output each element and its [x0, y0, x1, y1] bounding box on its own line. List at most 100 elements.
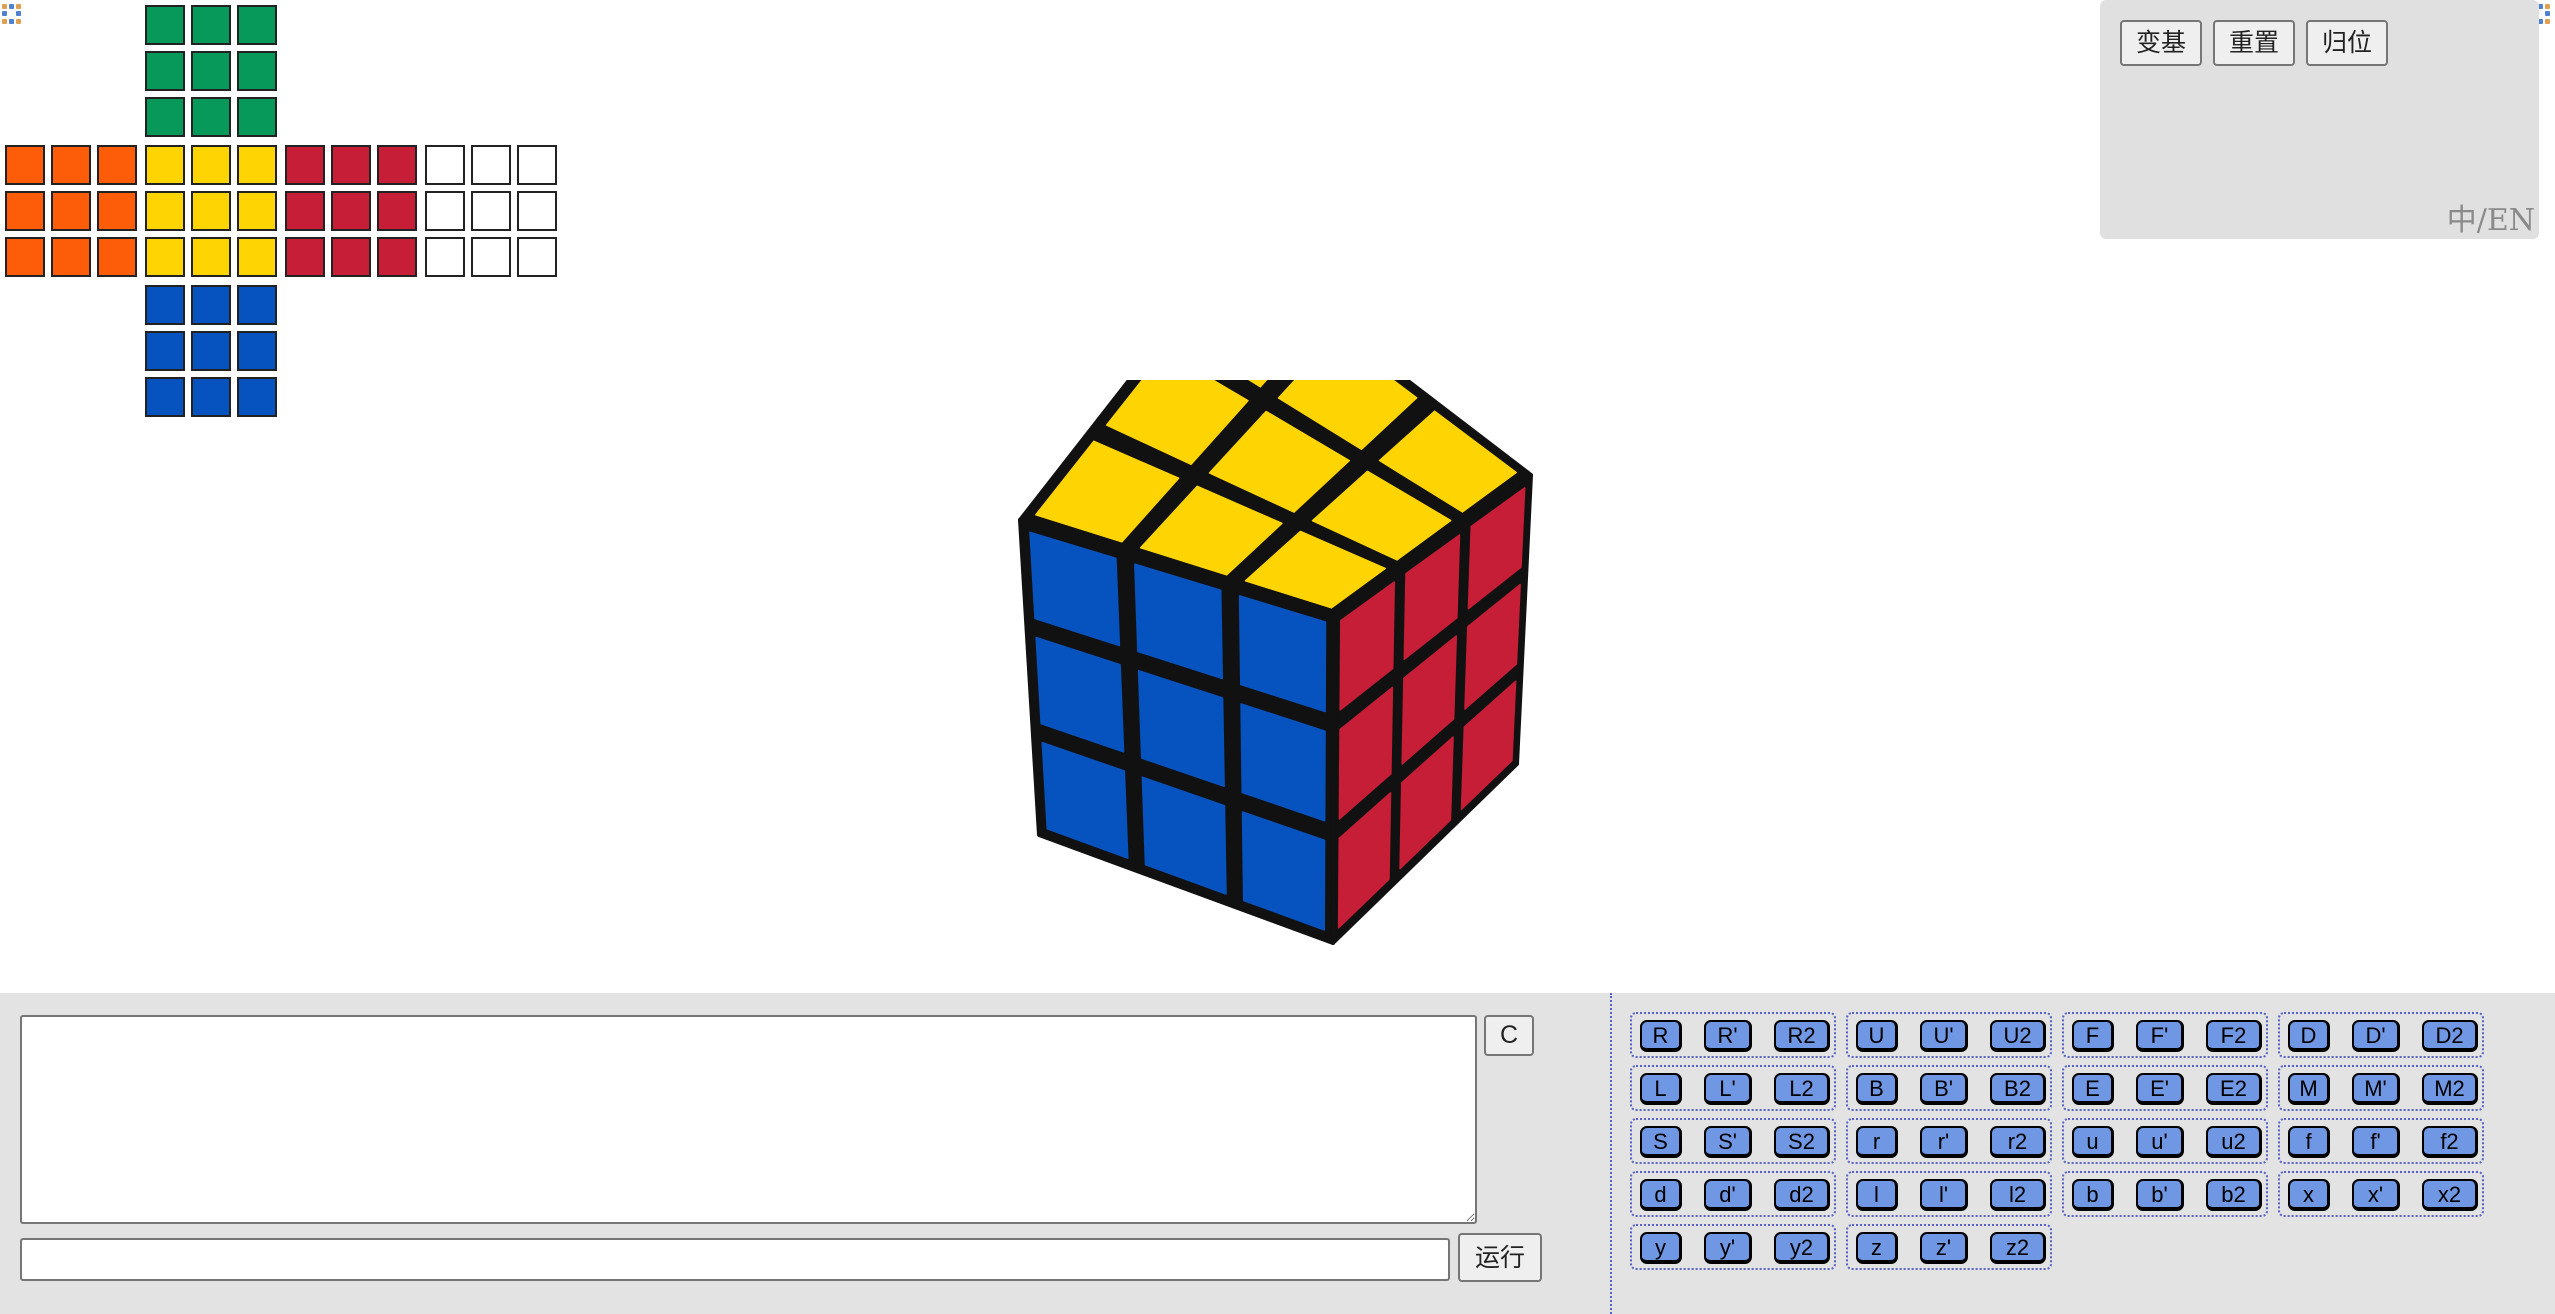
move-button[interactable]: E2: [2206, 1073, 2262, 1105]
cube-3d-view[interactable]: [990, 380, 1550, 960]
net-sticker-down: [191, 377, 231, 417]
move-button[interactable]: E': [2136, 1073, 2184, 1105]
move-button[interactable]: l2: [1990, 1179, 2046, 1211]
move-button[interactable]: R2: [1774, 1020, 1830, 1052]
move-button[interactable]: r': [1920, 1126, 1968, 1158]
move-button[interactable]: x2: [2422, 1179, 2478, 1211]
net-sticker-down: [237, 377, 277, 417]
sequence-textarea[interactable]: [20, 1015, 1477, 1224]
language-toggle[interactable]: 中/EN: [2447, 195, 2535, 239]
home-button[interactable]: 归位: [2306, 20, 2389, 66]
net-sticker-down: [237, 285, 277, 325]
move-button[interactable]: S': [1704, 1126, 1752, 1158]
move-button[interactable]: R: [1640, 1020, 1682, 1052]
move-button[interactable]: d': [1704, 1179, 1752, 1211]
move-button[interactable]: d2: [1774, 1179, 1830, 1211]
net-sticker-front: [145, 191, 185, 231]
net-sticker-left: [97, 145, 137, 185]
move-button[interactable]: S2: [1774, 1126, 1830, 1158]
net-sticker-back: [517, 191, 557, 231]
move-button[interactable]: x': [2352, 1179, 2400, 1211]
move-button[interactable]: f: [2288, 1126, 2330, 1158]
net-sticker-front: [145, 145, 185, 185]
move-button[interactable]: M2: [2422, 1073, 2478, 1105]
net-sticker-up: [191, 97, 231, 137]
net-sticker-up: [237, 5, 277, 45]
net-sticker-back: [471, 191, 511, 231]
net-sticker-left: [51, 237, 91, 277]
net-sticker-front: [191, 237, 231, 277]
move-button[interactable]: B': [1920, 1073, 1968, 1105]
move-button[interactable]: d: [1640, 1179, 1682, 1211]
move-button[interactable]: L': [1704, 1073, 1752, 1105]
move-button[interactable]: D2: [2422, 1020, 2478, 1052]
net-sticker-back: [471, 145, 511, 185]
move-group: R R' R2: [1630, 1012, 1836, 1058]
move-button[interactable]: f2: [2422, 1126, 2478, 1158]
move-button[interactable]: z': [1920, 1232, 1968, 1264]
net-sticker-up: [191, 5, 231, 45]
move-button[interactable]: B2: [1990, 1073, 2046, 1105]
move-button[interactable]: x: [2288, 1179, 2330, 1211]
move-button[interactable]: U': [1920, 1020, 1968, 1052]
move-button[interactable]: U2: [1990, 1020, 2046, 1052]
move-button[interactable]: L: [1640, 1073, 1682, 1105]
net-sticker-down: [191, 331, 231, 371]
move-group: f f' f2: [2278, 1118, 2484, 1164]
run-button[interactable]: 运行: [1458, 1233, 1542, 1282]
move-group: M M' M2: [2278, 1065, 2484, 1111]
move-button[interactable]: F': [2136, 1020, 2184, 1052]
net-sticker-back: [471, 237, 511, 277]
net-sticker-right: [285, 191, 325, 231]
move-button[interactable]: u2: [2206, 1126, 2262, 1158]
move-buttons: R R' R2 U U' U2 F F' F2 D D' D2 L L' L2 B B' B2 E E' E2 M M' M2…: [1630, 1012, 2550, 1312]
move-button[interactable]: b2: [2206, 1179, 2262, 1211]
move-button[interactable]: y: [1640, 1232, 1682, 1264]
move-button[interactable]: D: [2288, 1020, 2330, 1052]
move-group: L L' L2: [1630, 1065, 1836, 1111]
clear-button[interactable]: C: [1484, 1015, 1534, 1056]
move-button[interactable]: l': [1920, 1179, 1968, 1211]
move-button[interactable]: b': [2136, 1179, 2184, 1211]
move-button[interactable]: F: [2072, 1020, 2114, 1052]
net-sticker-right: [285, 237, 325, 277]
move-button[interactable]: u: [2072, 1126, 2114, 1158]
net-sticker-down: [145, 331, 185, 371]
move-button[interactable]: M': [2352, 1073, 2400, 1105]
move-button[interactable]: D': [2352, 1020, 2400, 1052]
move-button[interactable]: l: [1856, 1179, 1898, 1211]
move-button[interactable]: S: [1640, 1126, 1682, 1158]
move-button[interactable]: U: [1856, 1020, 1898, 1052]
move-button[interactable]: r2: [1990, 1126, 2046, 1158]
move-button[interactable]: y2: [1774, 1232, 1830, 1264]
move-button[interactable]: f': [2352, 1126, 2400, 1158]
command-input[interactable]: [20, 1238, 1450, 1281]
move-button[interactable]: L2: [1774, 1073, 1830, 1105]
move-group: z z' z2: [1846, 1224, 2052, 1270]
move-button[interactable]: z2: [1990, 1232, 2046, 1264]
move-button[interactable]: F2: [2206, 1020, 2262, 1052]
rebase-button[interactable]: 变基: [2120, 20, 2203, 66]
move-group: E E' E2: [2062, 1065, 2268, 1111]
net-sticker-up: [145, 5, 185, 45]
move-button[interactable]: R': [1704, 1020, 1752, 1052]
move-group: r r' r2: [1846, 1118, 2052, 1164]
net-sticker-back: [425, 191, 465, 231]
move-group: U U' U2: [1846, 1012, 2052, 1058]
move-button[interactable]: u': [2136, 1126, 2184, 1158]
move-button[interactable]: M: [2288, 1073, 2330, 1105]
move-button[interactable]: B: [1856, 1073, 1898, 1105]
net-sticker-right: [377, 145, 417, 185]
reset-button[interactable]: 重置: [2213, 20, 2296, 66]
net-sticker-right: [331, 145, 371, 185]
net-sticker-down: [191, 285, 231, 325]
move-group: x x' x2: [2278, 1171, 2484, 1217]
move-button[interactable]: b: [2072, 1179, 2114, 1211]
move-button[interactable]: r: [1856, 1126, 1898, 1158]
move-button[interactable]: z: [1856, 1232, 1898, 1264]
net-sticker-right: [377, 237, 417, 277]
move-button[interactable]: y': [1704, 1232, 1752, 1264]
net-sticker-front: [237, 191, 277, 231]
move-button[interactable]: E: [2072, 1073, 2114, 1105]
move-group: D D' D2: [2278, 1012, 2484, 1058]
